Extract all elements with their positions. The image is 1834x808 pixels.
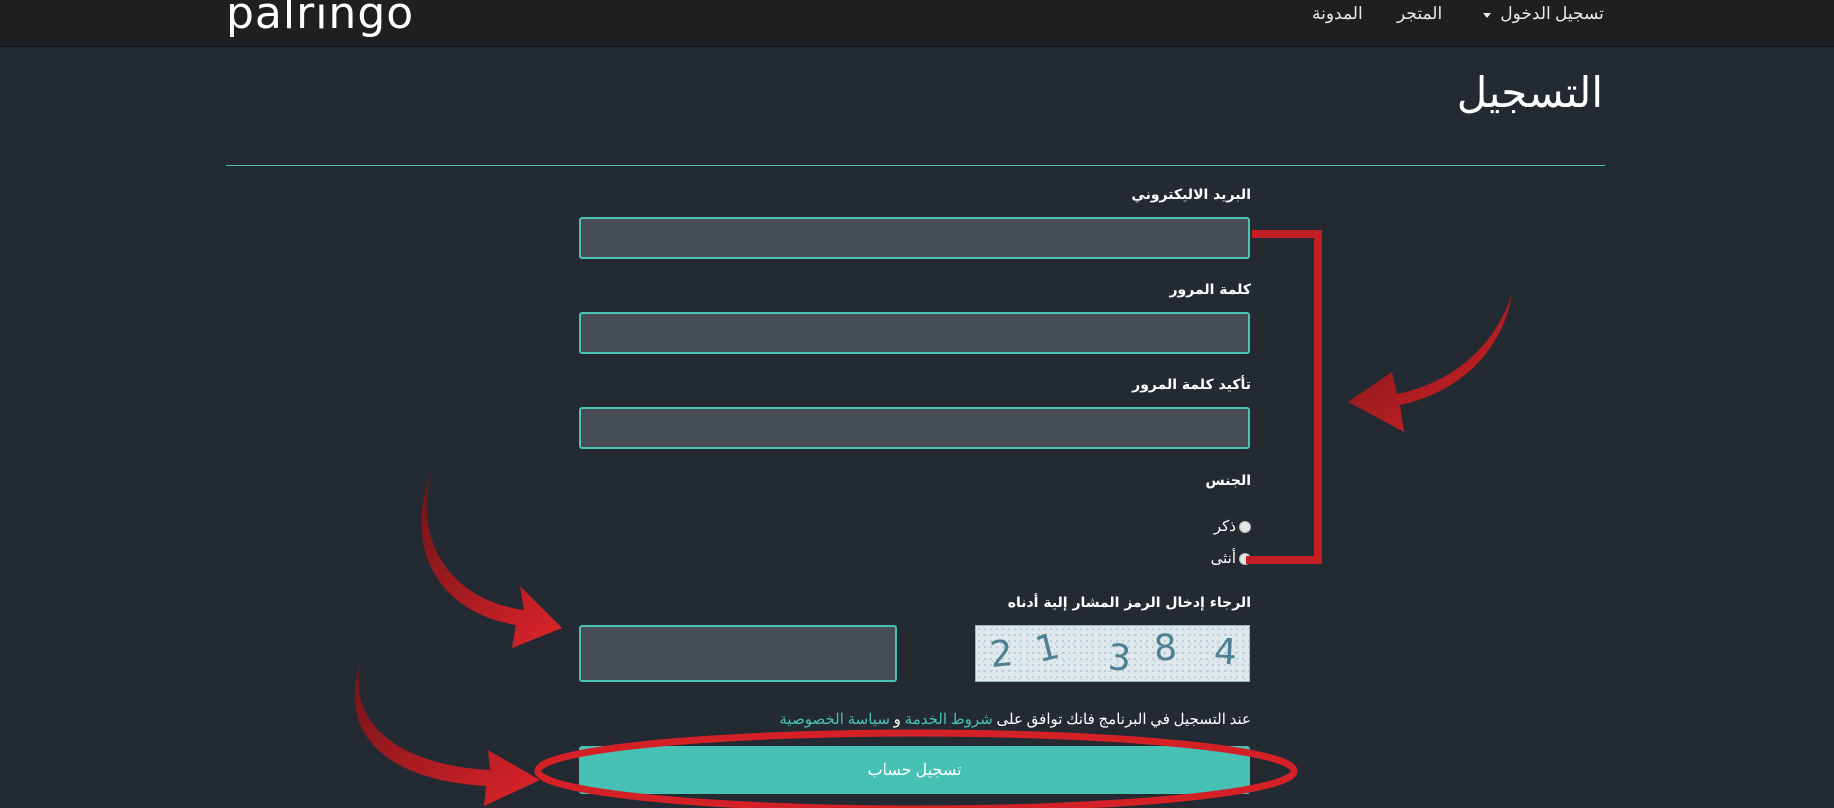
female-radio[interactable]	[1239, 552, 1251, 565]
top-navbar: palringo تسجيل الدخول المتجر المدونة	[0, 0, 1834, 47]
page-title: التسجيل	[1456, 68, 1603, 117]
email-label: البريد الاليكتروني	[1131, 187, 1251, 203]
terms-prefix: عند التسجيل في البرنامج فانك توافق على	[996, 712, 1252, 728]
register-account-button[interactable]: تسجيل حساب	[579, 746, 1250, 794]
male-radio[interactable]	[1239, 520, 1251, 533]
arrow-annotation-submit	[354, 660, 540, 806]
nav-register-login-label: تسجيل الدخول	[1500, 4, 1604, 23]
gender-label: الجنس	[1205, 473, 1251, 489]
nav-blog-link[interactable]: المدونة	[1312, 4, 1363, 24]
captcha-image: 2 1 3 8 4	[975, 625, 1250, 682]
nav-store-link[interactable]: المتجر	[1397, 4, 1442, 24]
annotation-overlay	[354, 230, 1512, 808]
gender-option-female[interactable]: أنثى	[1211, 549, 1251, 568]
terms-and: و	[893, 712, 901, 728]
terms-of-service-link[interactable]: شروط الخدمة	[905, 712, 993, 728]
captcha-label: الرجاء إدخال الرمز المشار إلية أدناه	[1007, 595, 1251, 611]
title-divider	[226, 165, 1605, 166]
confirm-password-label: تأكيد كلمة المرور	[1132, 377, 1251, 393]
confirm-password-field[interactable]	[579, 407, 1250, 449]
captcha-digit: 3	[1106, 637, 1133, 680]
arrow-annotation-captcha	[421, 470, 562, 648]
captcha-digit: 2	[987, 632, 1015, 677]
arrow-annotation-right	[1348, 294, 1512, 432]
nav-register-login-dropdown[interactable]: تسجيل الدخول	[1483, 4, 1604, 24]
password-field[interactable]	[579, 312, 1250, 354]
captcha-input[interactable]	[579, 625, 897, 682]
privacy-policy-link[interactable]: سياسة الخصوصية	[779, 712, 890, 728]
female-radio-label: أنثى	[1210, 551, 1236, 567]
bracket-annotation	[1246, 230, 1322, 564]
captcha-digit: 4	[1212, 631, 1238, 674]
chevron-down-icon	[1483, 12, 1491, 18]
captcha-digit: 8	[1152, 627, 1179, 670]
palringo-logo[interactable]: palringo	[226, 0, 414, 39]
terms-notice: عند التسجيل في البرنامج فانك توافق على ش…	[779, 710, 1251, 729]
male-radio-label: ذكر	[1213, 519, 1236, 535]
gender-option-male[interactable]: ذكر	[1214, 517, 1251, 536]
email-field[interactable]	[579, 217, 1250, 259]
password-label: كلمة المرور	[1169, 282, 1251, 298]
